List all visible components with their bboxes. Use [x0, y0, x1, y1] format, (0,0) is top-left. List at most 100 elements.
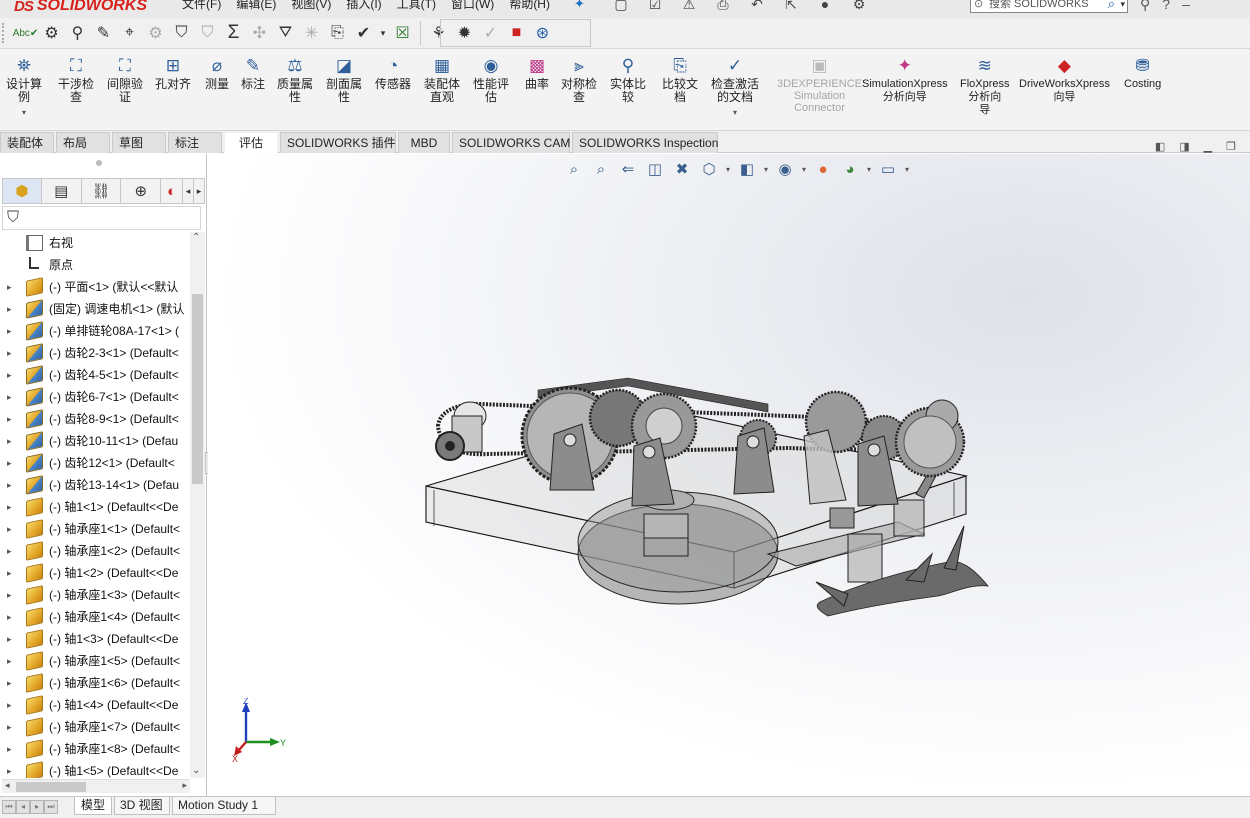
mate-reference-icon[interactable]: ✔	[352, 21, 375, 45]
tree-item[interactable]: ▸ (-) 齿轮2-3<1> (Default<	[0, 342, 190, 364]
rebuild-icon[interactable]: ☑	[644, 0, 666, 13]
tab-markup[interactable]: 标注	[168, 132, 222, 153]
toolbar-grip[interactable]	[2, 23, 8, 43]
filter-icon[interactable]: ⛉	[7, 209, 19, 227]
menu-tools[interactable]: 工具(T)	[397, 0, 436, 12]
pattern-icon[interactable]: ⚙	[144, 21, 167, 45]
tree-item[interactable]: ▸ (-) 轴承座1<6> (Default<	[0, 672, 190, 694]
tree-item[interactable]: ▸ (-) 轴1<3> (Default<<De	[0, 628, 190, 650]
scroll-left-icon[interactable]: ◂	[5, 780, 10, 791]
tile-left-icon[interactable]: ◧	[1155, 140, 1165, 153]
tab-3d-view[interactable]: 3D 视图	[114, 797, 170, 815]
clearance-verification-button[interactable]: ⛶ 间隙验 证	[107, 55, 143, 104]
tree-filter[interactable]: ⛉	[2, 206, 201, 230]
menu-help[interactable]: 帮助(H)	[509, 0, 550, 12]
assembly-model[interactable]	[208, 154, 1250, 796]
file-properties-icon[interactable]: ⚠	[678, 0, 700, 13]
tab-mbd[interactable]: MBD	[398, 132, 450, 153]
expand-arrow-icon[interactable]: ▸	[7, 584, 12, 606]
restore-icon[interactable]: ❐	[1226, 140, 1236, 153]
menu-window[interactable]: 窗口(W)	[451, 0, 494, 12]
insert-component-icon[interactable]: ⚙	[40, 21, 63, 45]
tab-solidworks-inspection[interactable]: SOLIDWORKS Inspection	[572, 132, 718, 153]
mate-icon[interactable]: ⚲	[66, 21, 89, 45]
compare-documents-button[interactable]: ⎘ 比较文 档	[662, 55, 698, 104]
prev-tab-icon[interactable]: ◂	[16, 800, 30, 814]
explode-line-icon[interactable]: ✳	[300, 21, 323, 45]
chevron-down-icon[interactable]: ▾	[378, 21, 388, 45]
tree-item[interactable]: ▸ (-) 轴1<2> (Default<<De	[0, 562, 190, 584]
tree-item[interactable]: ▸ (-) 单排链轮08A-17<1> (	[0, 320, 190, 342]
expand-arrow-icon[interactable]: ▸	[7, 474, 12, 496]
tab-evaluate[interactable]: 评估	[224, 132, 278, 153]
menu-view[interactable]: 视图(V)	[291, 0, 331, 12]
panel-grip[interactable]	[96, 160, 102, 166]
tree-item[interactable]: ▸ (-) 齿轮13-14<1> (Defau	[0, 474, 190, 496]
tree-item[interactable]: ▸ (-) 齿轮4-5<1> (Default<	[0, 364, 190, 386]
expand-arrow-icon[interactable]: ▸	[7, 408, 12, 430]
interference-check-button[interactable]: ⛶ 干涉检 查	[58, 55, 94, 104]
expand-arrow-icon[interactable]: ▸	[7, 672, 12, 694]
expand-arrow-icon[interactable]: ▸	[7, 430, 12, 452]
tree-item[interactable]: ▸ (固定) 调速电机<1> (默认	[0, 298, 190, 320]
markup-button[interactable]: ✎ 标注	[241, 55, 265, 91]
section-properties-button[interactable]: ◪ 剖面属 性	[326, 55, 362, 104]
expand-arrow-icon[interactable]: ▸	[7, 606, 12, 628]
scroll-up-icon[interactable]: ⌃	[192, 232, 200, 243]
menu-edit[interactable]: 编辑(E)	[236, 0, 276, 12]
property-manager-tab-icon[interactable]: ▤	[41, 178, 82, 204]
first-tab-icon[interactable]: ⏮	[2, 800, 16, 814]
expand-arrow-icon[interactable]: ▸	[7, 518, 12, 540]
tree-item[interactable]: ▸ (-) 轴承座1<1> (Default<	[0, 518, 190, 540]
expand-arrow-icon[interactable]: ▸	[7, 694, 12, 716]
configuration-manager-tab-icon[interactable]: ⛓	[81, 178, 122, 204]
expand-arrow-icon[interactable]: ▸	[7, 716, 12, 738]
equation-icon[interactable]: Σ	[222, 21, 245, 45]
expand-arrow-icon[interactable]: ▸	[7, 342, 12, 364]
tree-item[interactable]: ▸ (-) 轴1<1> (Default<<De	[0, 496, 190, 518]
3dexperience-connector-button[interactable]: ▣ 3DEXPERIENCE Simulation Connector	[777, 55, 862, 114]
tree-item[interactable]: ▸ (-) 齿轮12<1> (Default<	[0, 452, 190, 474]
print-icon[interactable]: ⎙	[712, 0, 734, 13]
search-input[interactable]: ⊙ 搜索 SOLIDWORKS ⌕ ▾	[970, 0, 1128, 13]
tab-scroll-right-icon[interactable]: ▸	[194, 178, 205, 204]
expand-arrow-icon[interactable]: ▸	[7, 496, 12, 518]
user-icon[interactable]: ⚲	[1140, 0, 1150, 13]
graphics-area[interactable]: ⌕ ⌕ ⇐ ◫ ✖ ⬡ ▾ ◧ ▾ ◉ ▾ ● ◕ ▾ ▭ ▾ Z Y X	[208, 154, 1250, 796]
chevron-down-icon[interactable]: ▾	[733, 106, 737, 119]
tab-sketch[interactable]: 草图	[112, 132, 166, 153]
tree-item[interactable]: ▸ (-) 轴承座1<2> (Default<	[0, 540, 190, 562]
tree-item[interactable]: ▸ (-) 轴承座1<7> (Default<	[0, 716, 190, 738]
minimize-icon[interactable]: –	[1182, 0, 1190, 13]
traffic-light-icon[interactable]: ●	[814, 0, 836, 13]
expand-arrow-icon[interactable]: ▸	[7, 452, 12, 474]
hole-alignment-button[interactable]: ⊞ 孔对齐	[155, 55, 191, 91]
pin-icon[interactable]: ✦	[574, 0, 585, 12]
tab-motion-study[interactable]: Motion Study 1	[172, 797, 276, 815]
tab-solidworks-cam[interactable]: SOLIDWORKS CAM	[452, 132, 570, 153]
expand-arrow-icon[interactable]: ▸	[7, 540, 12, 562]
feature-manager-tab-icon[interactable]: ⬢	[2, 178, 42, 204]
chevron-down-icon[interactable]: ▾	[1120, 0, 1125, 12]
display-manager-tab-icon[interactable]: ◐	[161, 178, 184, 204]
expand-arrow-icon[interactable]: ▸	[7, 628, 12, 650]
tile-right-icon[interactable]: ◨	[1179, 140, 1189, 153]
scroll-thumb[interactable]	[192, 294, 203, 484]
expand-arrow-icon[interactable]: ▸	[7, 650, 12, 672]
tab-scroll-left-icon[interactable]: ◂	[183, 178, 195, 204]
scroll-right-icon[interactable]: ▸	[182, 780, 187, 791]
new-document-icon[interactable]: ▢	[610, 0, 632, 13]
tab-assembly[interactable]: 装配体	[0, 132, 54, 153]
body-compare-button[interactable]: ⚲ 实体比 较	[610, 55, 646, 104]
tree-item[interactable]: ▸ (-) 轴承座1<4> (Default<	[0, 606, 190, 628]
tree-item[interactable]: 原点	[0, 254, 190, 276]
tree-vertical-scrollbar[interactable]: ⌃ ⌄	[190, 232, 205, 778]
symmetry-check-button[interactable]: ⫸ 对称检 查	[561, 55, 597, 104]
next-tab-icon[interactable]: ▸	[30, 800, 44, 814]
expand-arrow-icon[interactable]: ▸	[7, 562, 12, 584]
select-icon[interactable]: ⇱	[780, 0, 802, 13]
horizontal-scroll-thumb[interactable]	[16, 782, 86, 792]
curvature-button[interactable]: ▩ 曲率	[525, 55, 549, 91]
menu-file[interactable]: 文件(F)	[182, 0, 221, 12]
expand-arrow-icon[interactable]: ▸	[7, 760, 12, 778]
